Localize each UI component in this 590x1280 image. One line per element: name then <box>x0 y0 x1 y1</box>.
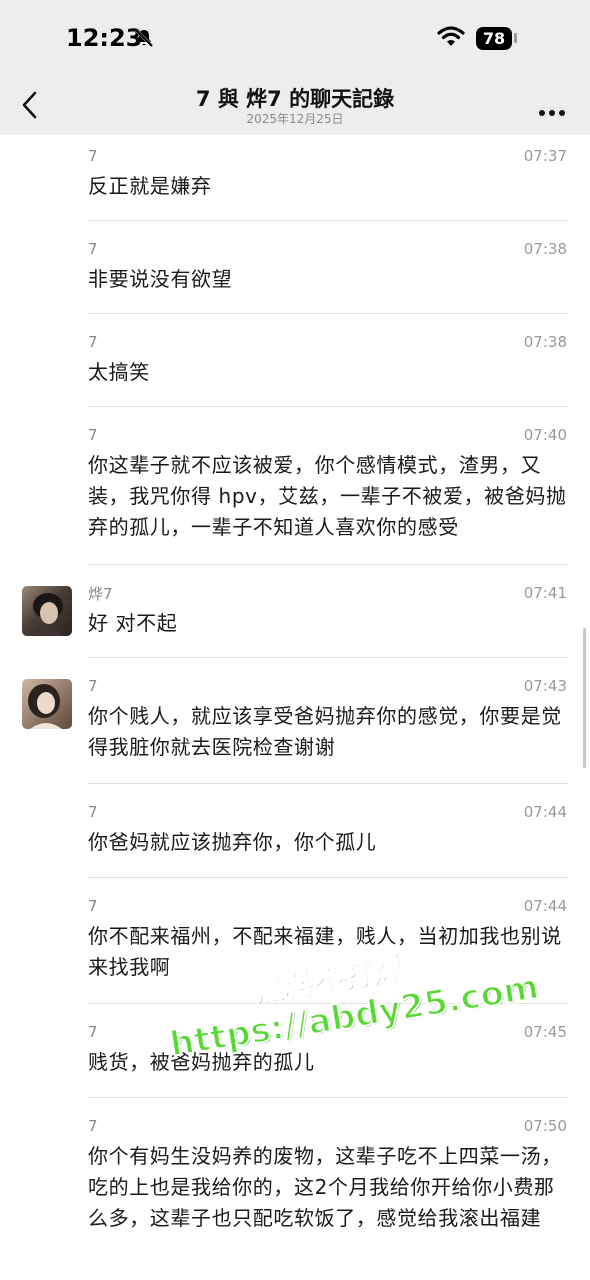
message-time: 07:44 <box>523 897 567 915</box>
message-item: 烨7 07:41 好 对不起 <box>0 565 590 658</box>
message-item: 7 07:44 你爸妈就应该抛弃你，你个孤儿 <box>0 784 590 878</box>
message-item: 7 07:38 非要说没有欲望 <box>0 221 590 314</box>
message-time: 07:43 <box>523 677 567 695</box>
message-time: 07:40 <box>523 426 567 444</box>
avatar[interactable] <box>22 679 72 729</box>
message-time: 07:50 <box>523 1117 567 1135</box>
message-text: 非要说没有欲望 <box>88 267 233 291</box>
message-sender: 7 <box>88 333 98 351</box>
wifi-icon <box>436 26 466 52</box>
message-sender: 7 <box>88 1117 98 1135</box>
message-sender: 7 <box>88 897 98 915</box>
message-sender: 7 <box>88 240 98 258</box>
bell-off-icon <box>134 28 154 52</box>
message-text: 你不配来福州，不配来福建，贱人，当初加我也别说来找我啊 <box>88 924 562 979</box>
nav-bar: 7 與 烨7 的聊天記錄 2025年12月25日 <box>0 78 590 135</box>
message-time: 07:37 <box>523 147 567 165</box>
chat-title: 7 與 烨7 的聊天記錄 <box>195 87 395 111</box>
chat-date: 2025年12月25日 <box>246 112 344 126</box>
message-sender: 7 <box>88 677 98 695</box>
message-item: 7 07:44 你不配来福州，不配来福建，贱人，当初加我也别说来找我啊 <box>0 878 590 1004</box>
message-item: 7 07:40 你这辈子就不应该被爱，你个感情模式，渣男，又装，我咒你得 hpv… <box>0 407 590 565</box>
message-text: 反正就是嫌弃 <box>88 174 212 198</box>
status-bar: 12:23 78 <box>0 0 590 78</box>
message-time: 07:44 <box>523 803 567 821</box>
message-text: 太搞笑 <box>88 360 150 384</box>
message-time: 07:38 <box>523 240 567 258</box>
message-text: 好 对不起 <box>88 611 178 635</box>
message-sender: 7 <box>88 426 98 444</box>
message-sender: 7 <box>88 803 98 821</box>
message-text: 你个有妈生没妈养的废物，这辈子吃不上四菜一汤，吃的上也是我给你的，这2个月我给你… <box>88 1144 562 1230</box>
message-item: 7 07:37 反正就是嫌弃 <box>0 135 590 221</box>
message-text: 你这辈子就不应该被爱，你个感情模式，渣男，又装，我咒你得 hpv，艾兹，一辈子不… <box>88 453 567 539</box>
message-sender: 烨7 <box>88 585 113 603</box>
message-time: 07:45 <box>523 1023 567 1041</box>
battery-tip <box>514 33 517 43</box>
scroll-indicator[interactable] <box>583 628 586 768</box>
message-time: 07:41 <box>523 584 567 602</box>
message-item: 7 07:45 贱货，被爸妈抛弃的孤儿 <box>0 1004 590 1098</box>
battery-indicator: 78 <box>476 27 512 50</box>
message-item: 7 07:50 你个有妈生没妈养的废物，这辈子吃不上四菜一汤，吃的上也是我给你的… <box>0 1098 590 1280</box>
more-icon[interactable] <box>538 102 566 121</box>
status-time: 12:23 <box>66 24 143 52</box>
message-sender: 7 <box>88 147 98 165</box>
message-text: 你个贱人，就应该享受爸妈抛弃你的感觉，你要是觉得我脏你就去医院检查谢谢 <box>88 704 562 759</box>
message-sender: 7 <box>88 1023 98 1041</box>
message-text: 你爸妈就应该抛弃你，你个孤儿 <box>88 830 377 854</box>
message-time: 07:38 <box>523 333 567 351</box>
message-item: 7 07:38 太搞笑 <box>0 314 590 407</box>
message-text: 贱货，被爸妈抛弃的孤儿 <box>88 1050 315 1074</box>
avatar[interactable] <box>22 586 72 636</box>
message-item: 7 07:43 你个贱人，就应该享受爸妈抛弃你的感觉，你要是觉得我脏你就去医院检… <box>0 658 590 784</box>
